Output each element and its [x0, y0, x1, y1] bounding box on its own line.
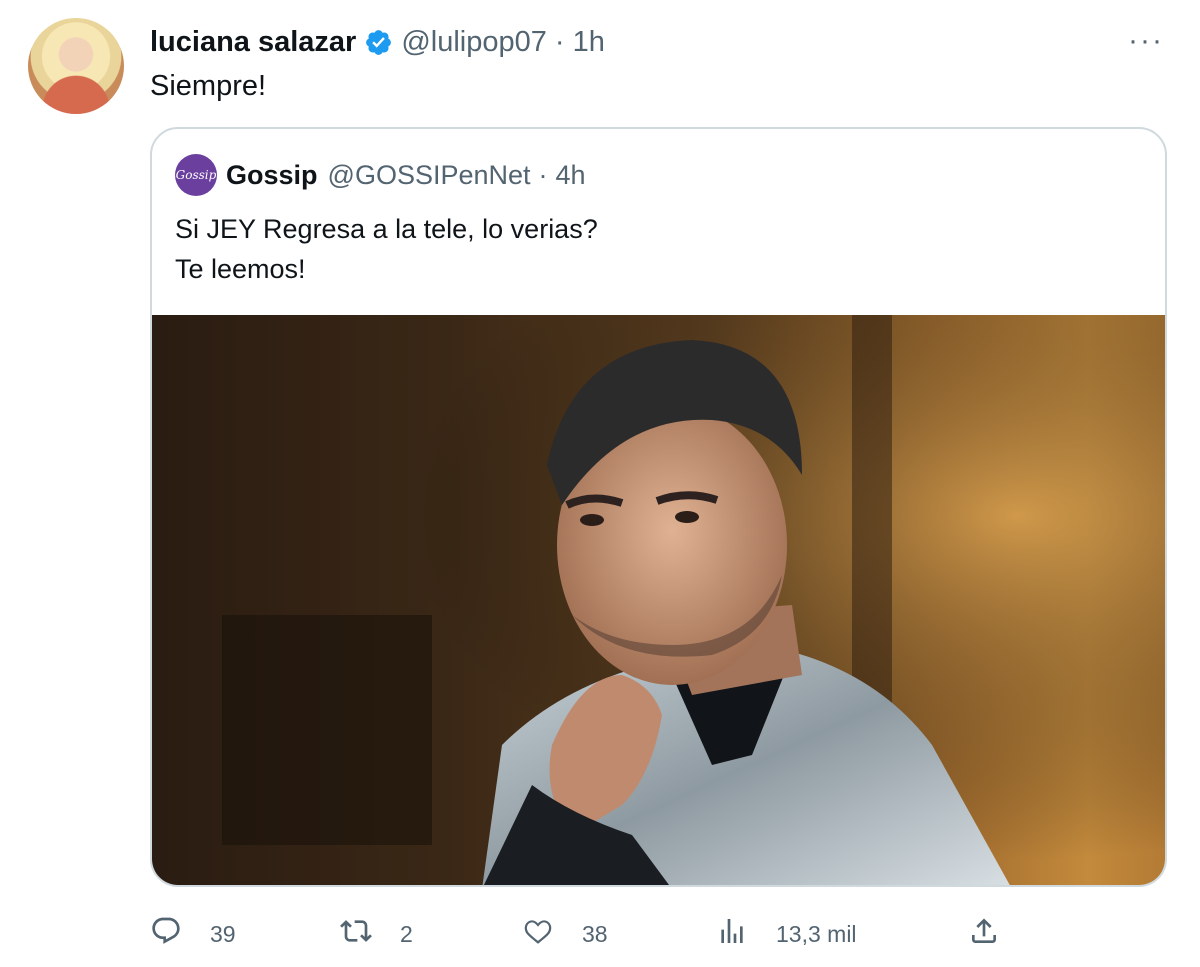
tweet-time[interactable]: 1h	[573, 26, 605, 59]
views-icon	[716, 915, 748, 953]
author-handle[interactable]: @lulipop07	[401, 26, 547, 59]
reply-button[interactable]: 39	[150, 912, 236, 956]
views-button[interactable]: 13,3 mil	[716, 912, 857, 956]
quoted-tweet-header: Gossip @GOSSIPenNet · 4h	[226, 157, 586, 193]
tweet-actions: 39 2 38 13,3 mil	[150, 912, 1010, 956]
tweet-header: luciana salazar @lulipop07 · 1h	[150, 24, 605, 60]
retweet-button[interactable]: 2	[340, 912, 413, 956]
like-count: 38	[582, 920, 608, 947]
like-button[interactable]: 38	[522, 912, 608, 956]
share-button[interactable]	[968, 912, 1000, 956]
author-avatar[interactable]	[28, 18, 124, 114]
quoted-text-line: Te leemos!	[175, 254, 306, 284]
quoted-text-line: Si JEY Regresa a la tele, lo verias?	[175, 214, 598, 244]
quoted-tweet-text: Si JEY Regresa a la tele, lo verias? Te …	[175, 209, 598, 289]
tweet[interactable]: luciana salazar @lulipop07 · 1h ··· Siem…	[0, 0, 1200, 967]
retweet-count: 2	[400, 920, 413, 947]
tweet-text: Siempre!	[150, 70, 267, 102]
views-count: 13,3 mil	[776, 920, 857, 947]
quoted-tweet-photo[interactable]	[152, 315, 1165, 885]
quoted-tweet-time[interactable]: 4h	[556, 160, 586, 191]
author-name[interactable]: luciana salazar	[150, 26, 356, 59]
share-icon	[968, 915, 1000, 953]
quoted-author-name[interactable]: Gossip	[226, 160, 318, 191]
quoted-author-avatar[interactable]: Gossip	[175, 154, 217, 196]
quoted-author-handle[interactable]: @GOSSIPenNet	[328, 160, 531, 191]
retweet-icon	[340, 915, 372, 953]
reply-icon	[150, 915, 182, 953]
more-icon[interactable]: ···	[1128, 26, 1164, 56]
reply-count: 39	[210, 920, 236, 947]
separator-dot: ·	[554, 25, 565, 58]
quoted-tweet[interactable]: Gossip Gossip @GOSSIPenNet · 4h Si JEY R…	[150, 127, 1167, 887]
like-icon	[522, 915, 554, 953]
separator-dot: ·	[538, 159, 548, 190]
photo-man-thinking	[152, 315, 1165, 885]
verified-badge-icon	[364, 28, 393, 57]
